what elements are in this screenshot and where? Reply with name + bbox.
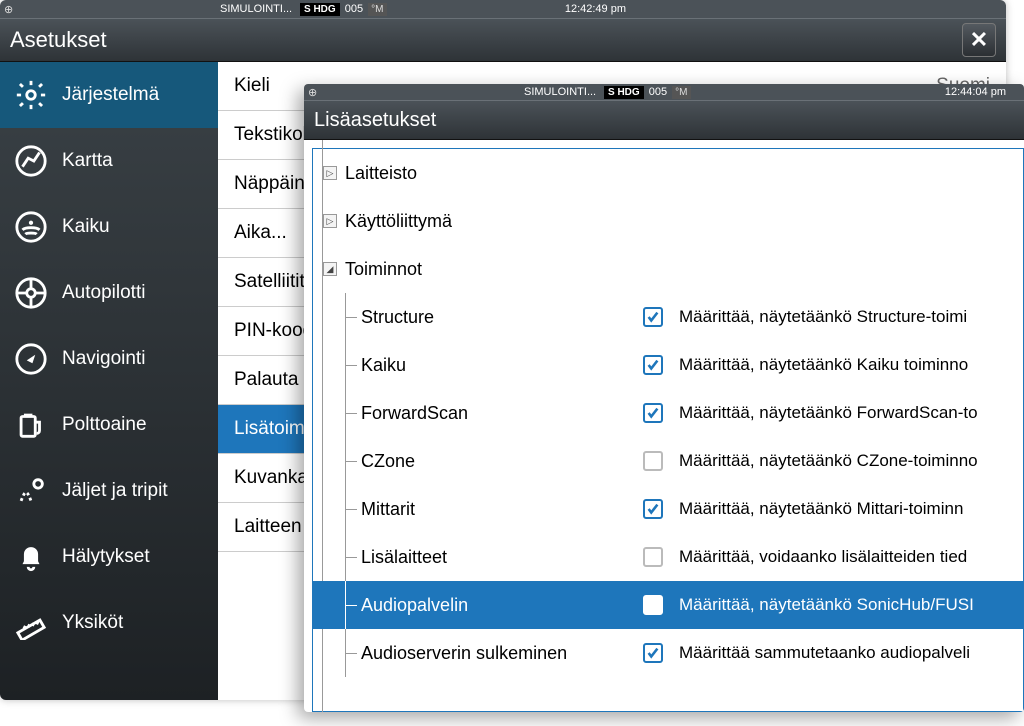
- checkbox-checked[interactable]: [643, 499, 663, 519]
- tree-child-desc: Määrittää, näytetäänkö ForwardScan-to: [679, 403, 978, 423]
- close-icon: ✕: [970, 27, 988, 53]
- sidebar-item-sonar[interactable]: Kaiku: [0, 194, 218, 260]
- tree-child-desc: Määrittää, näytetäänkö SonicHub/FUSI: [679, 595, 974, 615]
- sidebar-item-bell[interactable]: Hälytykset: [0, 524, 218, 590]
- sidebar-item-label: Järjestelmä: [62, 84, 159, 106]
- settings-row-label: Lisätoimi: [234, 418, 309, 440]
- sidebar-item-label: Jäljet ja tripit: [62, 480, 168, 502]
- sonar-icon: [14, 210, 48, 244]
- sim-indicator: SIMULOINTI...: [220, 3, 292, 15]
- front-statusbar: ⊕ SIMULOINTI... S HDG 005 °M 12:44:04 pm: [304, 84, 1024, 100]
- tree-node-label: Laitteisto: [345, 163, 417, 184]
- sidebar-item-gear[interactable]: Järjestelmä: [0, 62, 218, 128]
- tracks-icon: [14, 474, 48, 508]
- tree-child[interactable]: CZone Määrittää, näytetäänkö CZone-toimin…: [313, 437, 1023, 485]
- tree-child[interactable]: Structure Määrittää, näytetäänkö Structur…: [313, 293, 1023, 341]
- tree-child[interactable]: ForwardScan Määrittää, näytetäänkö Forwar…: [313, 389, 1023, 437]
- sidebar-item-label: Polttoaine: [62, 414, 147, 436]
- tree-child-desc: Määrittää, voidaanko lisälaitteiden tied: [679, 547, 967, 567]
- settings-row-label: Aika...: [234, 222, 287, 244]
- tree-child-label: ForwardScan: [361, 403, 468, 424]
- fuel-icon: [14, 408, 48, 442]
- sidebar-item-label: Kaiku: [62, 216, 110, 238]
- tree-child-desc: Määrittää sammutetaanko audiopalveli: [679, 643, 970, 663]
- sidebar-item-fuel[interactable]: Polttoaine: [0, 392, 218, 458]
- clock: 12:42:49 pm: [565, 3, 626, 15]
- tree-child-desc: Määrittää, näytetäänkö Structure-toimi: [679, 307, 967, 327]
- checkbox-unchecked[interactable]: [643, 595, 663, 615]
- tree-node-label: Toiminnot: [345, 259, 422, 280]
- sim-indicator: SIMULOINTI...: [524, 86, 596, 98]
- expand-icon[interactable]: ◢: [323, 262, 337, 276]
- sidebar-item-label: Autopilotti: [62, 282, 145, 304]
- checkbox-unchecked[interactable]: [643, 451, 663, 471]
- globe-icon: ⊕: [308, 86, 317, 99]
- back-title: Asetukset: [10, 27, 107, 53]
- tree-child[interactable]: Mittarit Määrittää, näytetäänkö Mittari-t…: [313, 485, 1023, 533]
- tree-child-desc: Määrittää, näytetäänkö Mittari-toiminn: [679, 499, 963, 519]
- sidebar-item-ruler[interactable]: Yksiköt: [0, 590, 218, 656]
- tree-child-label: Audiopalvelin: [361, 595, 468, 616]
- checkbox-unchecked[interactable]: [643, 547, 663, 567]
- gear-icon: [14, 78, 48, 112]
- close-button[interactable]: ✕: [962, 23, 996, 57]
- sidebar-item-wheel[interactable]: Autopilotti: [0, 260, 218, 326]
- tree-child-desc: Määrittää, näytetäänkö Kaiku toiminno: [679, 355, 968, 375]
- settings-row-label: Palauta o: [234, 369, 314, 391]
- back-statusbar: ⊕ SIMULOINTI... S HDG 005 °M 12:42:49 pm: [0, 0, 1006, 18]
- wheel-icon: [14, 276, 48, 310]
- compass-icon: [14, 342, 48, 376]
- sidebar: Järjestelmä Kartta Kaiku Autopilotti Navigoi…: [0, 62, 218, 700]
- sidebar-item-label: Navigointi: [62, 348, 145, 370]
- expand-icon[interactable]: ▷: [323, 166, 337, 180]
- tree-node[interactable]: ▷ Käyttöliittymä: [313, 197, 1023, 245]
- tree-node[interactable]: ▷ Laitteisto: [313, 149, 1023, 197]
- sidebar-item-label: Kartta: [62, 150, 113, 172]
- tree-child[interactable]: Audioserverin sulkeminen Määrittää sammut…: [313, 629, 1023, 677]
- chart-icon: [14, 144, 48, 178]
- checkbox-checked[interactable]: [643, 355, 663, 375]
- expand-icon[interactable]: ▷: [323, 214, 337, 228]
- settings-row-label: Laitteen t: [234, 516, 312, 538]
- tree-child[interactable]: Lisälaitteet Määrittää, voidaanko lisälai…: [313, 533, 1023, 581]
- clock: 12:44:04 pm: [945, 86, 1006, 98]
- heading-indicator: S HDG 005 °M: [300, 3, 387, 15]
- heading-indicator: S HDG 005 °M: [604, 86, 691, 98]
- tree-child-label: Audioserverin sulkeminen: [361, 643, 567, 664]
- sidebar-item-chart[interactable]: Kartta: [0, 128, 218, 194]
- tree-node-label: Käyttöliittymä: [345, 211, 452, 232]
- tree-child-label: Kaiku: [361, 355, 406, 376]
- tree-child-desc: Määrittää, näytetäänkö CZone-toiminno: [679, 451, 978, 471]
- checkbox-checked[interactable]: [643, 403, 663, 423]
- tree-child-label: Structure: [361, 307, 434, 328]
- tree-node[interactable]: ◢ Toiminnot: [313, 245, 1023, 293]
- tree-child[interactable]: Audiopalvelin Määrittää, näytetäänkö Soni…: [313, 581, 1023, 629]
- sidebar-item-tracks[interactable]: Jäljet ja tripit: [0, 458, 218, 524]
- bell-icon: [14, 540, 48, 574]
- checkbox-checked[interactable]: [643, 307, 663, 327]
- sidebar-item-label: Hälytykset: [62, 546, 150, 568]
- front-title: Lisäasetukset: [314, 109, 436, 132]
- advanced-window: ⊕ SIMULOINTI... S HDG 005 °M 12:44:04 pm…: [304, 84, 1024, 712]
- tree-child-label: Lisälaitteet: [361, 547, 447, 568]
- back-titlebar: Asetukset ✕: [0, 18, 1006, 62]
- sidebar-item-compass[interactable]: Navigointi: [0, 326, 218, 392]
- advanced-tree: ▷ Laitteisto ▷ Käyttöliittymä ◢ Toiminnot Stru…: [312, 148, 1024, 712]
- settings-row-label: Kieli: [234, 75, 270, 97]
- globe-icon: ⊕: [4, 3, 13, 16]
- checkbox-checked[interactable]: [643, 643, 663, 663]
- settings-row-label: Tekstikok: [234, 124, 312, 146]
- tree-child-label: CZone: [361, 451, 415, 472]
- front-titlebar: Lisäasetukset: [304, 100, 1024, 140]
- ruler-icon: [14, 606, 48, 640]
- tree-child[interactable]: Kaiku Määrittää, näytetäänkö Kaiku toimin…: [313, 341, 1023, 389]
- tree-child-label: Mittarit: [361, 499, 415, 520]
- settings-row-label: Satelliitit: [234, 271, 305, 293]
- sidebar-item-label: Yksiköt: [62, 612, 123, 634]
